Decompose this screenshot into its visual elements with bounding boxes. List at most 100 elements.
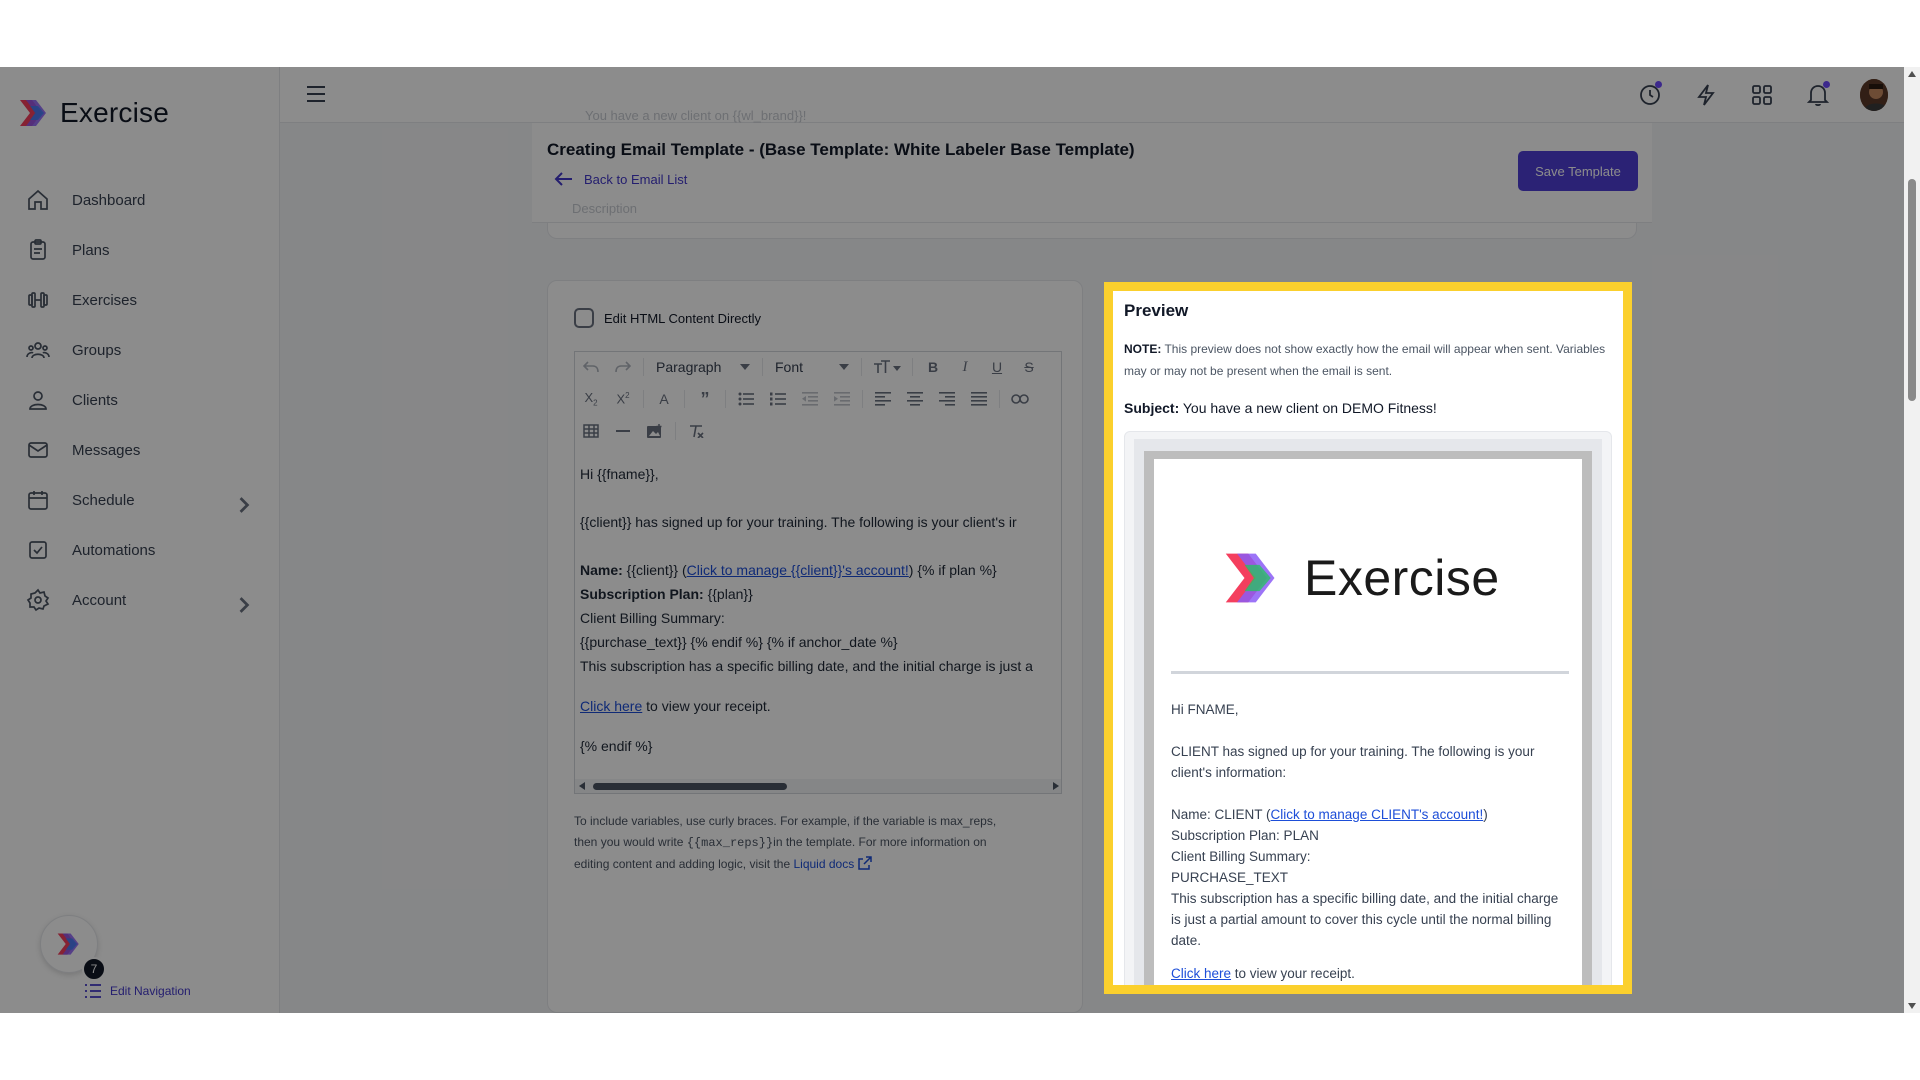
editor-scroll-thumb[interactable] <box>593 783 787 790</box>
chevron-right-icon <box>239 497 250 513</box>
edit-html-label: Edit HTML Content Directly <box>604 310 762 326</box>
underline-icon[interactable]: U <box>981 352 1013 382</box>
name-value: {{client}} ( <box>622 562 687 578</box>
email-body: Hi FNAME, CLIENT has signed up for your … <box>1171 699 1569 984</box>
bold-icon[interactable]: B <box>917 352 949 382</box>
quick-actions-button[interactable] <box>1692 75 1720 115</box>
sidebar-item-groups[interactable]: Groups <box>26 325 256 375</box>
list-icon <box>85 984 101 998</box>
help-text: editing content and adding logic, visit … <box>574 857 794 871</box>
sidebar-item-dashboard[interactable]: Dashboard <box>26 175 256 225</box>
sidebar-item-schedule[interactable]: Schedule <box>26 475 256 525</box>
chevron-down-icon <box>740 364 750 370</box>
redo-icon[interactable] <box>607 352 639 382</box>
editor-line-name: Name: {{client}} (Click to manage {{clie… <box>580 558 1061 582</box>
font-select[interactable]: Font <box>767 359 857 375</box>
align-right-icon[interactable] <box>931 384 963 414</box>
editor-line-billing: Client Billing Summary: <box>580 610 725 626</box>
paragraph-format-select[interactable]: Paragraph <box>648 359 758 375</box>
undo-icon[interactable] <box>575 352 607 382</box>
email-manage-client-link[interactable]: Click to manage CLIENT's account! <box>1271 807 1484 822</box>
preview-highlight-frame: Preview NOTE: This preview does not show… <box>1104 282 1632 994</box>
email-plan-line: Subscription Plan: PLAN <box>1171 828 1319 843</box>
sidebar-item-clients[interactable]: Clients <box>26 375 256 425</box>
email-specific-line: This subscription has a specific billing… <box>1171 891 1559 948</box>
scroll-left-icon[interactable] <box>579 782 585 790</box>
help-line-2: then you would write {{max_reps}}in the … <box>574 832 1064 854</box>
manage-client-link[interactable]: Click to manage {{client}}'s account! <box>687 562 909 578</box>
topbar-icons <box>1636 75 1888 115</box>
editor-horizontal-scrollbar[interactable] <box>575 779 1061 793</box>
sidebar-item-label: Groups <box>72 341 122 359</box>
italic-icon[interactable]: I <box>949 352 981 382</box>
bottom-letterbox <box>0 1013 1920 1080</box>
scroll-right-icon[interactable] <box>1053 782 1059 790</box>
liquid-docs-link[interactable]: Liquid docs <box>793 856 872 871</box>
edit-html-toggle[interactable]: Edit HTML Content Directly <box>574 308 761 328</box>
email-purchase-line: PURCHASE_TEXT <box>1171 870 1289 885</box>
user-menu-button[interactable] <box>1860 75 1888 115</box>
email-preview-frame[interactable]: Exercise Hi FNAME, CLIENT has signed up … <box>1124 431 1612 985</box>
help-line-1: To include variables, use curly braces. … <box>574 814 997 828</box>
dumbbell-icon <box>28 292 48 308</box>
superscript-icon[interactable]: X2 <box>607 384 639 414</box>
click-here-link[interactable]: Click here <box>580 698 642 714</box>
apps-button[interactable] <box>1748 75 1776 115</box>
insert-image-icon[interactable] <box>639 416 671 446</box>
align-justify-icon[interactable] <box>963 384 995 414</box>
link-icon[interactable] <box>1004 384 1036 414</box>
clear-formatting-icon[interactable] <box>680 416 712 446</box>
sidebar-item-messages[interactable]: Messages <box>26 425 256 475</box>
history-button[interactable] <box>1636 75 1664 115</box>
align-left-icon[interactable] <box>867 384 899 414</box>
page-header: You have a new client on {{wl_brand}}! C… <box>532 108 1652 223</box>
edit-navigation[interactable]: 7 Edit Navigation <box>40 915 191 998</box>
blockquote-icon[interactable]: ” <box>689 384 721 414</box>
bulleted-list-icon[interactable] <box>730 384 762 414</box>
scroll-up-icon[interactable] <box>1908 71 1916 77</box>
email-click-here-link[interactable]: Click here <box>1171 966 1231 981</box>
email-logo-text: Exercise <box>1304 550 1500 606</box>
liquid-docs-label: Liquid docs <box>793 857 855 871</box>
page-title: Creating Email Template - (Base Template… <box>547 140 1135 159</box>
edit-html-checkbox[interactable] <box>574 308 594 328</box>
editor-content[interactable]: Hi {{fname}}, {{client}} has signed up f… <box>580 462 1061 758</box>
page-vertical-scrollbar[interactable] <box>1904 67 1920 1013</box>
numbered-list-icon[interactable] <box>762 384 794 414</box>
text-color-icon[interactable]: A <box>648 384 680 414</box>
help-code-example: {{max_reps}} <box>686 836 774 850</box>
edit-navigation-link[interactable]: Edit Navigation <box>84 983 191 999</box>
email-intro: CLIENT has signed up for your training. … <box>1171 744 1535 780</box>
indent-icon[interactable] <box>826 384 858 414</box>
sidebar-item-automations[interactable]: Automations <box>26 525 256 575</box>
table-icon[interactable] <box>575 416 607 446</box>
outdent-icon[interactable] <box>794 384 826 414</box>
sidebar-item-exercises[interactable]: Exercises <box>26 275 256 325</box>
brand-logo[interactable]: Exercise <box>18 97 169 129</box>
notifications-button[interactable] <box>1804 75 1832 115</box>
scroll-down-icon[interactable] <box>1908 1003 1916 1009</box>
horizontal-rule-icon[interactable] <box>607 416 639 446</box>
home-icon <box>28 189 48 210</box>
strikethrough-icon[interactable]: S <box>1013 352 1045 382</box>
rich-text-editor[interactable]: Paragraph Font B I U S X2 X2 A ” Hi {{fn… <box>574 351 1062 794</box>
variables-help-text: To include variables, use curly braces. … <box>574 811 1064 875</box>
page-scroll-thumb[interactable] <box>1908 179 1916 401</box>
email-billing-line: Client Billing Summary: <box>1171 849 1311 864</box>
subscript-icon[interactable]: X2 <box>575 384 607 414</box>
font-size-icon[interactable] <box>866 352 908 382</box>
hamburger-menu-icon[interactable] <box>306 85 326 103</box>
sidebar-item-plans[interactable]: Plans <box>26 225 256 275</box>
chevron-right-icon <box>239 597 250 613</box>
sidebar-item-label: Schedule <box>72 491 135 509</box>
preview-note: NOTE: This preview does not show exactly… <box>1124 338 1614 382</box>
back-to-email-list-link[interactable]: Back to Email List <box>554 171 687 187</box>
sidebar-item-label: Messages <box>72 441 141 459</box>
sidebar-item-account[interactable]: Account <box>26 575 256 625</box>
save-template-button[interactable]: Save Template <box>1518 151 1638 191</box>
email-name-line: Name: CLIENT (Click to manage CLIENT's a… <box>1171 804 1569 825</box>
help-text: then you would write <box>574 835 687 849</box>
plan-value: {{plan}} <box>703 586 753 602</box>
note-text: This preview does not show exactly how t… <box>1124 342 1606 378</box>
align-center-icon[interactable] <box>899 384 931 414</box>
